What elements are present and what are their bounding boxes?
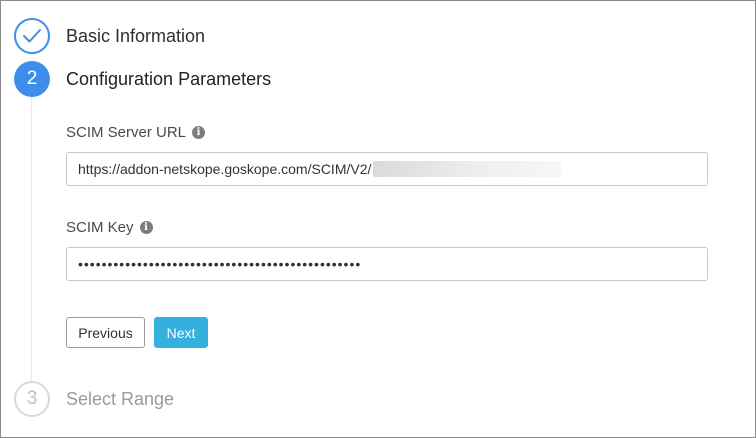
scim-key-label: SCIM Key i <box>66 219 153 236</box>
check-icon <box>23 29 41 43</box>
step-completed-indicator[interactable] <box>14 18 50 54</box>
scim-url-label-text: SCIM Server URL <box>66 124 187 141</box>
scim-url-value: https://addon-netskope.goskope.com/SCIM/… <box>78 161 372 177</box>
scim-key-input[interactable]: ••••••••••••••••••••••••••••••••••••••••… <box>66 247 708 281</box>
next-button[interactable]: Next <box>154 317 208 348</box>
scim-key-label-text: SCIM Key <box>66 219 134 236</box>
info-icon[interactable]: i <box>139 221 153 234</box>
step-title-basic-information[interactable]: Basic Information <box>66 26 205 47</box>
redacted-segment <box>373 161 562 177</box>
step-number-2: 2 <box>14 61 50 97</box>
step-number-3: 3 <box>14 381 50 417</box>
step-title-select-range: Select Range <box>66 389 175 409</box>
step-title-configuration-parameters: Configuration Parameters <box>66 69 272 89</box>
step-connector-line <box>31 95 32 381</box>
wizard-panel: Basic Information 2 Configuration Parame… <box>0 0 756 438</box>
scim-url-input[interactable]: https://addon-netskope.goskope.com/SCIM/… <box>66 152 708 186</box>
info-icon[interactable]: i <box>192 126 206 139</box>
scim-key-masked-value: ••••••••••••••••••••••••••••••••••••••••… <box>78 256 362 272</box>
scim-url-label: SCIM Server URL i <box>66 124 206 141</box>
previous-button[interactable]: Previous <box>66 317 145 348</box>
